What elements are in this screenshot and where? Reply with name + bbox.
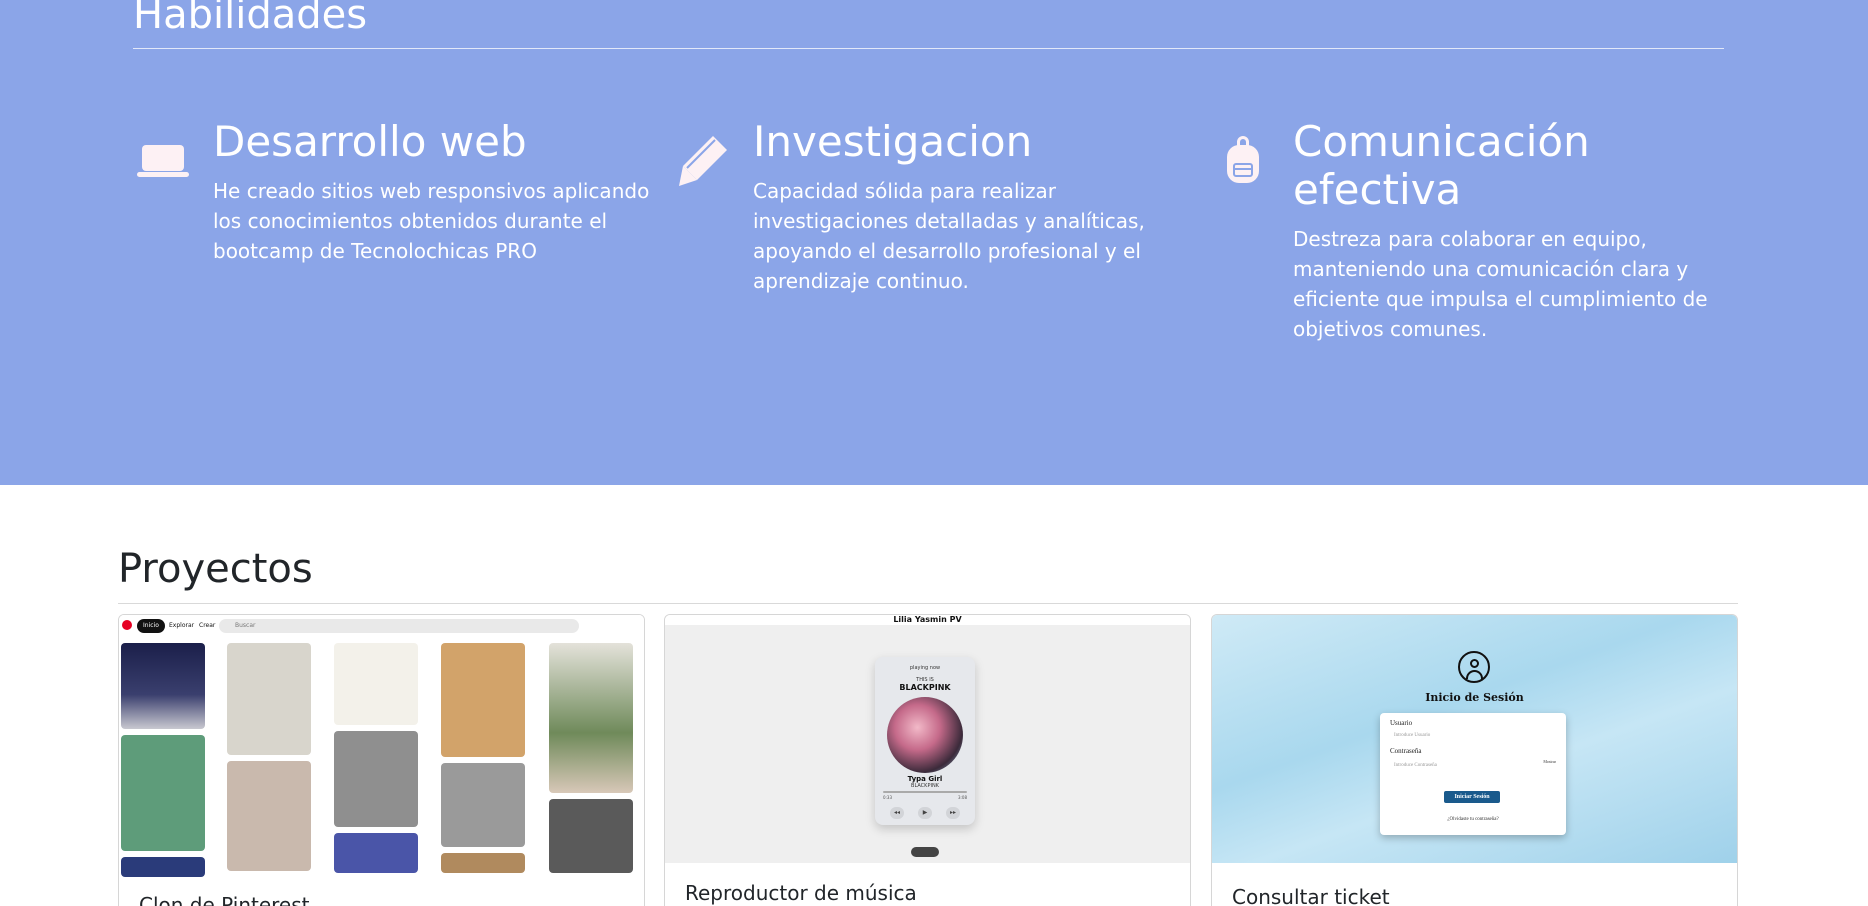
project-thumbnail: Lilia Yasmin PV playing now THIS IS BLAC… xyxy=(665,615,1190,863)
thumbnail-artist: BLACKPINK xyxy=(911,783,939,789)
project-card-pinterest[interactable]: Inicio Explorar Crear Buscar Clon de Pin… xyxy=(118,614,645,906)
thumbnail-user-label: Usuario xyxy=(1390,719,1413,727)
pin-image xyxy=(441,643,525,757)
skills-divider xyxy=(133,48,1724,49)
thumbnail-nav-inicio: Inicio xyxy=(137,619,165,633)
user-icon xyxy=(1458,651,1490,683)
thumbnail-nav-explorar: Explorar xyxy=(169,622,195,629)
thumbnail-navbar: Inicio Explorar Crear Buscar xyxy=(119,615,644,637)
project-card-ticket[interactable]: Inicio de Sesión Usuario Introduce Usuar… xyxy=(1211,614,1738,906)
skill-description: Capacidad sólida para realizar investiga… xyxy=(753,179,1145,293)
pin-image xyxy=(334,643,418,725)
thumbnail-forgot-link: ¿Olvidaste tu contraseña? xyxy=(1447,817,1499,822)
skill-title: Desarrollo web xyxy=(213,117,527,166)
pin-image xyxy=(121,643,205,729)
project-card-title: Reproductor de música xyxy=(685,881,917,905)
project-thumbnail: Inicio de Sesión Usuario Introduce Usuar… xyxy=(1212,615,1737,863)
thumbnail-times: 0:33 3:08 xyxy=(883,795,967,800)
thumbnail-band: BLACKPINK xyxy=(899,683,951,692)
thumbnail-header: Lilia Yasmin PV xyxy=(893,615,962,624)
project-thumbnail: Inicio Explorar Crear Buscar xyxy=(119,615,644,877)
laptop-icon xyxy=(133,130,193,190)
rewind-icon: ◂◂ xyxy=(890,807,904,819)
pin-image xyxy=(334,731,418,827)
pencil-icon xyxy=(673,130,733,190)
thumbnail-playing-now: playing now xyxy=(909,665,941,671)
thumbnail-password-label: Contraseña xyxy=(1390,747,1422,755)
pin-image xyxy=(549,643,633,793)
project-card-title: Clon de Pinterest xyxy=(139,893,310,906)
pin-image xyxy=(121,735,205,851)
album-art xyxy=(887,697,963,773)
pin-image xyxy=(441,853,525,873)
fast-forward-icon: ▸▸ xyxy=(946,807,960,819)
play-icon: ▶ xyxy=(918,807,932,819)
pinterest-logo-icon xyxy=(122,620,132,630)
skills-section: Habilidades Desarrollo web He creado sit… xyxy=(0,0,1868,485)
pin-image xyxy=(121,857,205,877)
thumbnail-nav-crear: Crear xyxy=(199,622,216,629)
thumbnail-login-box: Usuario Introduce Usuario Contraseña Mos… xyxy=(1380,713,1566,835)
thumbnail-password-placeholder: Introduce Contraseña xyxy=(1394,763,1437,768)
projects-divider xyxy=(118,603,1738,604)
thumbnail-login-button: Iniciar Sesión xyxy=(1444,791,1500,803)
skill-title: Comunicación efectiva xyxy=(1293,117,1590,214)
thumbnail-show-label: Mostrar xyxy=(1543,759,1556,764)
thumbnail-search: Buscar xyxy=(219,619,579,633)
skill-description: Destreza para colaborar en equipo, mante… xyxy=(1293,227,1708,341)
thumbnail-progress xyxy=(883,791,967,793)
pin-image xyxy=(227,761,311,871)
pin-image xyxy=(227,643,311,755)
thumbnail-controls: ◂◂ ▶ ▸▸ xyxy=(883,807,967,819)
thumbnail-player: playing now THIS IS BLACKPINK Typa Girl … xyxy=(875,657,975,825)
skill-title: Investigacion xyxy=(753,117,1033,166)
projects-heading: Proyectos xyxy=(118,546,313,592)
thumbnail-song: Typa Girl xyxy=(907,775,943,783)
project-card-title: Consultar ticket xyxy=(1232,885,1390,906)
thumbnail-dots xyxy=(911,847,939,857)
pin-image xyxy=(549,799,633,873)
skills-heading: Habilidades xyxy=(133,0,368,38)
thumbnail-user-placeholder: Introduce Usuario xyxy=(1394,733,1431,738)
thumbnail-time-end: 3:08 xyxy=(958,795,967,800)
pin-image xyxy=(441,763,525,847)
thumbnail-login-title: Inicio de Sesión xyxy=(1425,691,1524,704)
backpack-icon xyxy=(1213,130,1273,190)
thumbnail-time-start: 0:33 xyxy=(883,795,892,800)
pin-image xyxy=(334,833,418,873)
project-card-music-player[interactable]: Lilia Yasmin PV playing now THIS IS BLAC… xyxy=(664,614,1191,906)
skill-description: He creado sitios web responsivos aplican… xyxy=(213,179,650,263)
